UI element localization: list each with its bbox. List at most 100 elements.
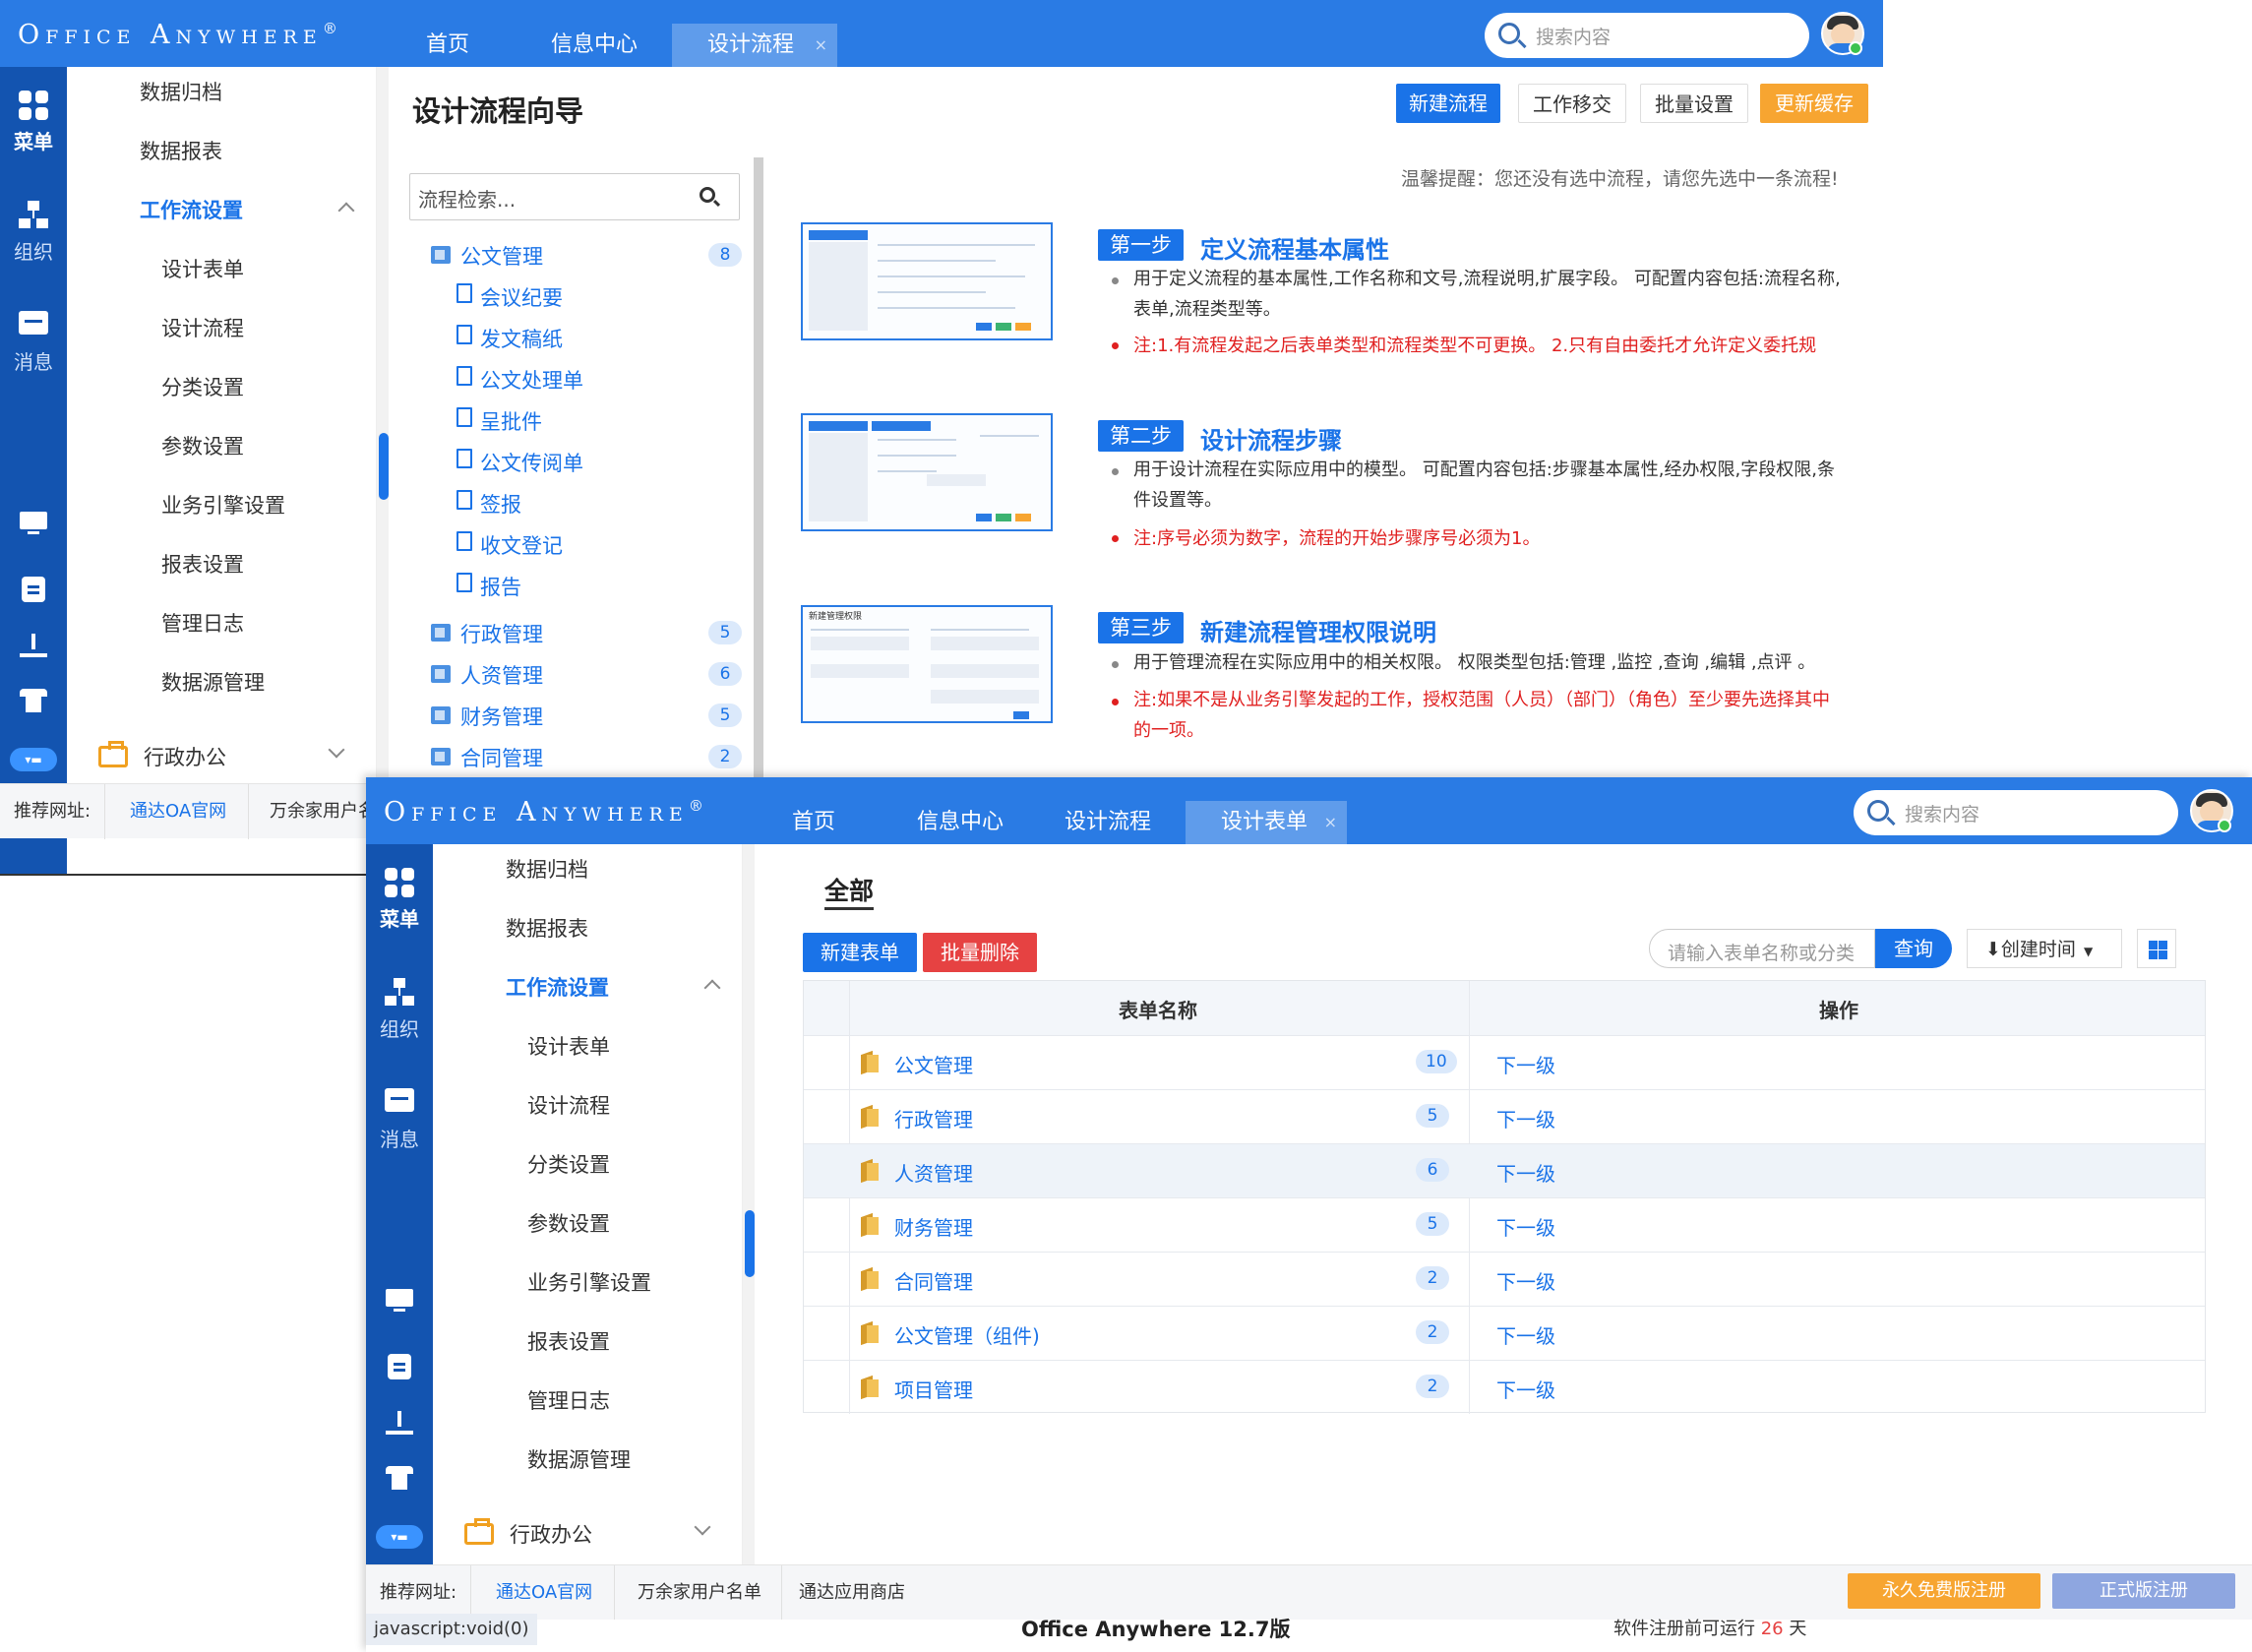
work-transfer-button[interactable]: 工作移交 xyxy=(1518,84,1626,123)
tree-node[interactable]: 签报 xyxy=(480,489,521,519)
table-row[interactable]: 合同管理 2 下一级 xyxy=(804,1252,2205,1306)
global-search[interactable]: 搜索内容 xyxy=(1485,13,1809,58)
tree-node[interactable]: 财务管理 xyxy=(460,702,543,731)
footer-link[interactable]: 通达OA官网 xyxy=(474,1565,616,1621)
category-all-tab[interactable]: 全部 xyxy=(824,872,875,910)
menu-design-form[interactable]: 设计表单 xyxy=(161,254,244,283)
row-name[interactable]: 行政管理 xyxy=(894,1104,973,1132)
step3-thumbnail[interactable]: 新建管理权限 xyxy=(801,605,1053,723)
footer-link[interactable]: 通达应用商店 xyxy=(779,1565,925,1621)
row-name[interactable]: 合同管理 xyxy=(894,1266,973,1295)
tree-scrollbar[interactable] xyxy=(754,157,763,787)
menu-admin-log[interactable]: 管理日志 xyxy=(527,1385,610,1415)
free-register-button[interactable]: 永久免费版注册 xyxy=(1848,1573,2040,1609)
footer-link[interactable]: 万余家用户名单 xyxy=(618,1565,782,1621)
chevron-down-icon[interactable] xyxy=(328,741,345,759)
menu-workflow-settings[interactable]: 工作流设置 xyxy=(140,195,243,224)
table-row[interactable]: 财务管理 5 下一级 xyxy=(804,1197,2205,1252)
batch-settings-button[interactable]: 批量设置 xyxy=(1640,84,1748,123)
tree-node[interactable]: 人资管理 xyxy=(460,660,543,690)
document-icon[interactable] xyxy=(386,1354,413,1379)
tree-node[interactable]: 公文传阅单 xyxy=(480,448,583,477)
collapse-rail-icon[interactable]: ▾▬ xyxy=(10,748,57,771)
flow-search-input[interactable]: 流程检索... xyxy=(409,173,740,220)
next-level-link[interactable]: 下一级 xyxy=(1496,1158,1555,1187)
row-name[interactable]: 财务管理 xyxy=(894,1212,973,1241)
grid-view-icon[interactable] xyxy=(2137,929,2176,968)
next-level-link[interactable]: 下一级 xyxy=(1496,1212,1555,1241)
next-level-link[interactable]: 下一级 xyxy=(1496,1266,1555,1295)
row-name[interactable]: 公文管理（组件) xyxy=(894,1320,1040,1349)
tab-info-center[interactable]: 信息中心 xyxy=(902,801,1018,844)
next-level-link[interactable]: 下一级 xyxy=(1496,1050,1555,1078)
menu-datasource[interactable]: 数据源管理 xyxy=(161,667,265,697)
menu-report-settings[interactable]: 报表设置 xyxy=(527,1326,610,1356)
new-form-button[interactable]: 新建表单 xyxy=(803,933,917,972)
menu-params[interactable]: 参数设置 xyxy=(527,1208,610,1238)
rail-msg[interactable]: 消息 xyxy=(0,311,67,375)
tab-home[interactable]: 首页 xyxy=(769,801,858,844)
table-row[interactable]: 项目管理 2 下一级 xyxy=(804,1360,2205,1414)
menu-admin-office[interactable]: 行政办公 xyxy=(510,1519,592,1549)
collapse-rail-icon[interactable]: ▾▬ xyxy=(376,1525,423,1549)
row-name[interactable]: 项目管理 xyxy=(894,1375,973,1403)
menu-data-report[interactable]: 数据报表 xyxy=(140,136,222,165)
refresh-cache-button[interactable]: 更新缓存 xyxy=(1760,84,1868,123)
menu-biz-engine[interactable]: 业务引擎设置 xyxy=(161,490,285,520)
menu-category[interactable]: 分类设置 xyxy=(527,1149,610,1179)
shirt-icon[interactable] xyxy=(386,1466,413,1492)
step3-title[interactable]: 新建流程管理权限说明 xyxy=(1200,613,1436,647)
col-header-name[interactable]: 表单名称 xyxy=(1119,995,1197,1023)
form-filter-input[interactable]: 请输入表单名称或分类 xyxy=(1649,929,1875,968)
rail-menu[interactable]: 菜单 xyxy=(0,91,67,154)
row-name[interactable]: 公文管理 xyxy=(894,1050,973,1078)
tab-design-form[interactable]: 设计表单 × xyxy=(1186,801,1347,844)
menu-params[interactable]: 参数设置 xyxy=(161,431,244,460)
next-level-link[interactable]: 下一级 xyxy=(1496,1104,1555,1132)
download-icon[interactable] xyxy=(386,1411,413,1437)
query-button[interactable]: 查询 xyxy=(1875,929,1952,968)
menu-biz-engine[interactable]: 业务引擎设置 xyxy=(527,1267,651,1297)
tree-node[interactable]: 收文登记 xyxy=(480,530,563,560)
sort-created-button[interactable]: ⬇创建时间 ▼ xyxy=(1967,929,2122,968)
tree-node[interactable]: 行政管理 xyxy=(460,619,543,648)
monitor-icon[interactable] xyxy=(20,512,47,537)
menu-report-settings[interactable]: 报表设置 xyxy=(161,549,244,579)
rail-msg[interactable]: 消息 xyxy=(366,1088,433,1152)
tree-node[interactable]: 合同管理 xyxy=(460,743,543,772)
shirt-icon[interactable] xyxy=(20,689,47,714)
monitor-icon[interactable] xyxy=(386,1289,413,1315)
document-icon[interactable] xyxy=(20,577,47,602)
tab-close-icon[interactable]: × xyxy=(815,24,827,67)
rail-org[interactable]: 组织 xyxy=(0,201,67,265)
global-search[interactable]: 搜索内容 xyxy=(1854,790,2178,835)
footer-link[interactable]: 通达OA官网 xyxy=(108,784,250,839)
tab-design-flow[interactable]: 设计流程 × xyxy=(672,24,837,67)
new-flow-button[interactable]: 新建流程 xyxy=(1396,84,1500,123)
tree-node[interactable]: 呈批件 xyxy=(480,406,542,436)
tree-node[interactable]: 会议纪要 xyxy=(480,282,563,312)
chevron-down-icon[interactable] xyxy=(694,1518,711,1536)
collapse-menu-handle[interactable] xyxy=(745,1210,755,1277)
menu-data-report[interactable]: 数据报表 xyxy=(506,913,588,943)
tab-home[interactable]: 首页 xyxy=(403,24,492,67)
tree-node[interactable]: 公文管理 xyxy=(460,241,543,271)
chevron-up-icon[interactable] xyxy=(337,202,355,219)
menu-admin-office[interactable]: 行政办公 xyxy=(144,742,226,771)
download-icon[interactable] xyxy=(20,634,47,659)
search-icon[interactable] xyxy=(700,187,715,203)
menu-data-archive[interactable]: 数据归档 xyxy=(140,77,222,106)
chevron-up-icon[interactable] xyxy=(703,979,721,997)
rail-menu[interactable]: 菜单 xyxy=(366,868,433,932)
rail-org[interactable]: 组织 xyxy=(366,978,433,1042)
tab-design-flow[interactable]: 设计流程 xyxy=(1050,801,1166,844)
next-level-link[interactable]: 下一级 xyxy=(1496,1320,1555,1349)
tab-close-icon[interactable]: × xyxy=(1324,801,1337,844)
menu-admin-log[interactable]: 管理日志 xyxy=(161,608,244,638)
menu-workflow-settings[interactable]: 工作流设置 xyxy=(506,972,609,1002)
next-level-link[interactable]: 下一级 xyxy=(1496,1375,1555,1403)
table-row[interactable]: 人资管理 6 下一级 xyxy=(804,1143,2205,1197)
formal-register-button[interactable]: 正式版注册 xyxy=(2052,1573,2235,1609)
table-row[interactable]: 行政管理 5 下一级 xyxy=(804,1089,2205,1143)
collapse-menu-handle[interactable] xyxy=(379,433,389,500)
